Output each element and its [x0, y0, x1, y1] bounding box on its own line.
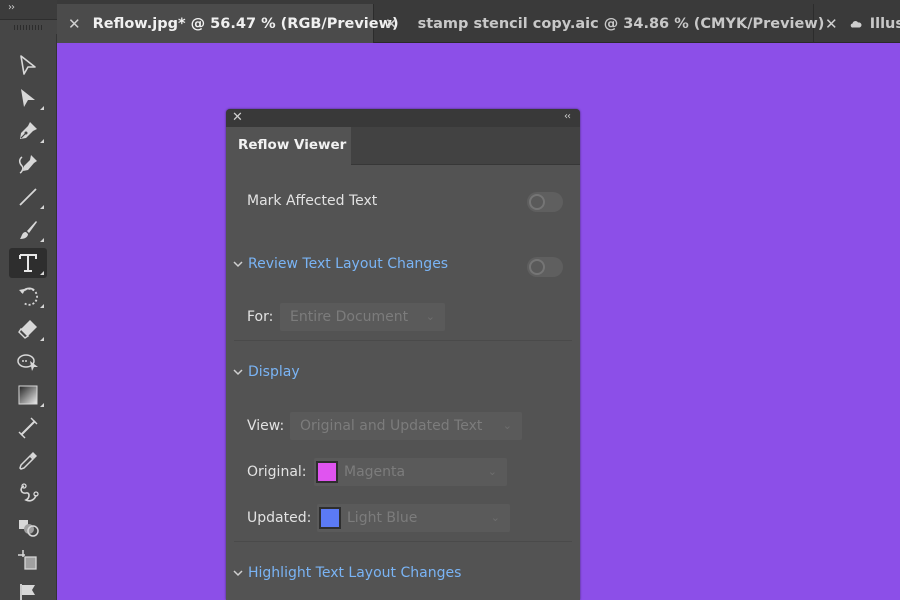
document-tab-illustrator[interactable]: ✕ Illus: [814, 4, 900, 43]
updated-color-value: Light Blue: [347, 510, 418, 526]
eyedropper-icon: [19, 452, 37, 470]
original-color-select[interactable]: Magenta ⌄: [314, 458, 507, 486]
eraser-tool[interactable]: [9, 314, 47, 344]
tab-reflow-viewer[interactable]: Reflow Viewer: [226, 127, 351, 165]
chevron-down-icon: [233, 570, 243, 577]
updated-color-select[interactable]: Light Blue ⌄: [317, 504, 510, 532]
line-segment-tool[interactable]: [9, 182, 47, 212]
type-tool[interactable]: [9, 248, 47, 278]
shape-builder-tool[interactable]: [9, 512, 47, 542]
puppet-warp-icon: [17, 354, 38, 371]
selection-arrow-icon: [20, 55, 36, 75]
gradient-tool[interactable]: [9, 380, 47, 410]
panel-title-bar[interactable]: ✕ ‹‹: [226, 109, 580, 127]
panel-tab-strip: Reflow Viewer: [226, 127, 580, 165]
highlight-section-header: Highlight Text Layout Changes: [226, 561, 580, 589]
highlight-section-toggle[interactable]: Highlight Text Layout Changes: [232, 565, 461, 581]
illustrator-window: ›› ✕ Reflow.jpg* @ 56.47 % (RGB/Preview)…: [0, 0, 900, 600]
for-select[interactable]: Entire Document ⌄: [280, 303, 445, 331]
slice-tool[interactable]: [9, 578, 47, 600]
toggle-knob: [529, 194, 545, 210]
chevron-down-icon: [233, 369, 243, 376]
magenta-swatch: [316, 461, 338, 483]
cloud-icon: [850, 20, 862, 28]
toolbar-header: ››: [0, 0, 57, 20]
expand-toolbar-icon[interactable]: ››: [8, 2, 15, 13]
light-blue-swatch: [319, 507, 341, 529]
direct-selection-tool[interactable]: [9, 83, 47, 113]
close-panel-icon[interactable]: ✕: [232, 110, 243, 125]
display-section-toggle[interactable]: Display: [232, 364, 300, 380]
original-color-row: Original: Magenta ⌄: [226, 458, 580, 488]
review-text-layout-toggle[interactable]: [527, 257, 563, 277]
slice-icon: [20, 584, 35, 600]
blend-icon: [20, 483, 39, 502]
pen-icon: [20, 122, 37, 139]
close-tab-icon[interactable]: ✕: [825, 15, 838, 33]
tab-label: stamp stencil copy.aic @ 34.86 % (CMYK/P…: [417, 15, 825, 32]
curvature-tool[interactable]: [9, 149, 47, 179]
tools-panel: [0, 34, 57, 600]
type-icon: [19, 254, 37, 272]
reflow-viewer-panel: ✕ ‹‹ Reflow Viewer Mark Affected Text Re…: [226, 109, 580, 600]
artboard-icon: [18, 550, 37, 570]
display-section-header: Display: [226, 360, 580, 388]
toggle-knob: [529, 259, 545, 275]
rotate-tool[interactable]: [9, 281, 47, 311]
gradient-icon: [18, 385, 38, 405]
measure-tool[interactable]: [9, 413, 47, 443]
close-tab-icon[interactable]: ✕: [68, 15, 81, 33]
chevron-down-icon: ⌄: [425, 310, 435, 323]
artboard-tool[interactable]: [9, 545, 47, 575]
chevron-down-icon: [233, 261, 243, 268]
highlight-section-title: Highlight Text Layout Changes: [248, 565, 462, 581]
document-tab-bar: ✕ Reflow.jpg* @ 56.47 % (RGB/Preview) ✕ …: [57, 0, 900, 43]
close-tab-icon[interactable]: ✕: [385, 15, 398, 33]
original-color-value: Magenta: [344, 464, 406, 480]
eraser-icon: [18, 320, 37, 339]
pen-tool[interactable]: [9, 116, 47, 146]
blend-tool[interactable]: [9, 479, 47, 509]
eyedropper-tool[interactable]: [9, 446, 47, 476]
document-tab-stamp-stencil[interactable]: ✕ stamp stencil copy.aic @ 34.86 % (CMYK…: [374, 4, 824, 43]
rotate-icon: [19, 287, 38, 306]
paintbrush-icon: [20, 221, 37, 239]
collapse-panel-icon[interactable]: ‹‹: [564, 111, 571, 122]
divider: [234, 541, 572, 542]
paintbrush-tool[interactable]: [9, 215, 47, 245]
for-select-value: Entire Document: [290, 309, 409, 325]
mark-affected-text-toggle[interactable]: [527, 192, 563, 212]
selection-tool[interactable]: [9, 50, 47, 80]
chevron-down-icon: ⌄: [490, 511, 500, 524]
view-row: View: Original and Updated Text ⌄: [226, 412, 580, 442]
document-tab-reflow[interactable]: ✕ Reflow.jpg* @ 56.47 % (RGB/Preview): [57, 4, 399, 43]
line-icon: [19, 188, 37, 206]
updated-color-row: Updated: Light Blue ⌄: [226, 504, 580, 534]
original-label: Original:: [247, 464, 307, 480]
curvature-pen-icon: [18, 155, 37, 174]
tab-label: Illus: [869, 15, 900, 32]
tab-label: Reflow.jpg* @ 56.47 % (RGB/Preview): [92, 15, 399, 32]
measure-icon: [18, 417, 38, 439]
mark-affected-text-label: Mark Affected Text: [247, 193, 378, 209]
grip-icon: [14, 25, 42, 30]
for-row: For: Entire Document ⌄: [226, 303, 580, 333]
view-select-value: Original and Updated Text: [300, 418, 483, 434]
review-section-toggle[interactable]: Review Text Layout Changes: [232, 256, 448, 272]
mark-affected-text-row: Mark Affected Text: [226, 189, 580, 217]
toolbar-grip[interactable]: [0, 20, 57, 34]
updated-label: Updated:: [247, 510, 312, 526]
review-section-header: Review Text Layout Changes: [226, 252, 580, 280]
chevron-down-icon: ⌄: [502, 419, 512, 432]
view-label: View:: [247, 418, 285, 434]
review-section-title: Review Text Layout Changes: [248, 256, 449, 272]
display-section-title: Display: [248, 364, 300, 380]
view-select[interactable]: Original and Updated Text ⌄: [290, 412, 522, 440]
shape-builder-icon: [19, 520, 39, 537]
chevron-down-icon: ⌄: [487, 465, 497, 478]
puppet-warp-tool[interactable]: [9, 347, 47, 377]
for-label: For:: [247, 309, 274, 325]
divider: [234, 340, 572, 341]
direct-selection-arrow-icon: [21, 89, 35, 107]
